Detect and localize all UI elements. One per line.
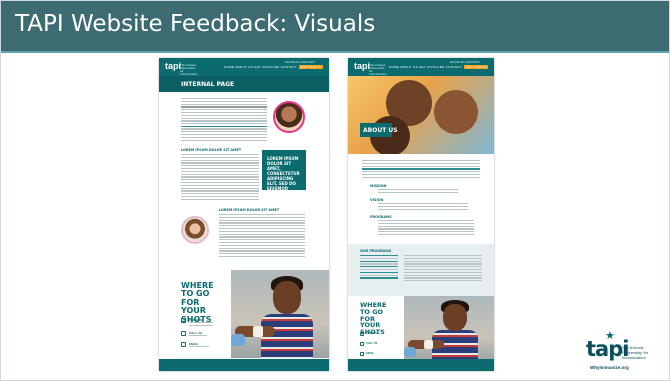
mockup-body-text-4: [219, 214, 305, 259]
slide: TAPI Website Feedback: Visuals tapi The …: [0, 0, 670, 381]
mockup-nav-button: GET SHOTS: [299, 65, 323, 69]
mockup-nav-link-text-2: HOME ABOUT US GET INVOLVED CONTACT: [389, 65, 463, 69]
bandage-2: [424, 340, 433, 349]
mockup-nav-link-text: HOME ABOUT US GET INVOLVED CONTACT: [224, 65, 298, 69]
quote-callout-box: LOREM IPSUM DOLOR SIT AMET, CONSECTETUR …: [262, 150, 306, 206]
about-section-vision: VISION: [370, 198, 384, 202]
about-section-mission: MISSION: [370, 184, 387, 188]
mockup-logo-2: tapi: [354, 61, 371, 71]
mockup-title-band: INTERNAL PAGE: [159, 76, 329, 92]
mockup-section-heading-2: LOREM IPSUM DOLOR SIT AMET: [219, 208, 280, 212]
mockup-body-text-3: [181, 154, 259, 202]
quote-callout-text: LOREM IPSUM DOLOR SIT AMET, CONSECTETUR …: [267, 156, 302, 206]
shot-item-address-2: ADDRESS: [366, 332, 379, 335]
mockup-logo-tagline: The Arizona Partnership for Immunization: [180, 63, 198, 76]
shot-item-call-2: CALL US: [366, 342, 378, 345]
mockup-nav-links: HOME ABOUT US GET INVOLVED CONTACT GET SH…: [224, 65, 323, 69]
programs-text: [378, 220, 474, 237]
boy-vaccination-photo-2: [404, 296, 494, 364]
mockup-footer-2: [348, 359, 494, 371]
mockup-nav-bar: tapi The Arizona Partnership for Immuniz…: [159, 58, 329, 76]
mockup-nav-bar-2: tapi The Arizona Partnership for Immuniz…: [348, 58, 494, 76]
mockup-footer: [159, 359, 329, 371]
where-to-go-title-2: WHERE TO GO FOR YOUR SHOTS: [360, 301, 387, 337]
programs-panel-heading: OUR PROGRAMS: [360, 249, 392, 253]
phone-text: [189, 335, 207, 338]
internal-page-mockup: tapi The Arizona Partnership for Immuniz…: [159, 58, 329, 371]
gloved-hand: [231, 334, 245, 346]
gloved-hand-2: [404, 347, 416, 357]
about-intro-text: [362, 160, 480, 180]
vision-text: [378, 203, 468, 211]
woman-portrait-image: [181, 216, 209, 244]
mockup-logo: tapi: [165, 61, 182, 71]
programs-panel: OUR PROGRAMS: [348, 244, 494, 296]
programs-panel-text: [404, 255, 482, 283]
boy-face: [273, 281, 301, 314]
mockup-logo-tagline-2: The Arizona Partnership for Immunization: [369, 63, 387, 76]
where-to-go-section: WHERE TO GO FOR YOUR SHOTS ADDRESS CALL …: [159, 270, 329, 360]
about-title: ABOUT US: [363, 127, 398, 134]
bandage: [253, 326, 263, 337]
phone-icon-2: [360, 342, 364, 346]
about-title-box: ABOUT US: [360, 123, 398, 137]
about-section-programs: PROGRAMS: [370, 215, 392, 219]
about-us-page-mockup: tapi The Arizona Partnership for Immuniz…: [348, 58, 494, 371]
title-divider: [1, 51, 669, 53]
girl-portrait-image: [273, 101, 305, 133]
mockup-nav-links-2: HOME ABOUT US GET INVOLVED CONTACT GET SH…: [389, 65, 488, 69]
address-text: [189, 322, 213, 328]
tapi-url: WhyImmunize.org: [590, 365, 629, 370]
mockup-nav-top-2: FAQ BLOG CONTACT: [449, 60, 480, 64]
about-hero-image: ABOUT US: [348, 76, 494, 154]
mockup-band-title: INTERNAL PAGE: [181, 81, 235, 88]
boy-vaccination-photo: [231, 270, 329, 358]
location-icon: [181, 318, 186, 323]
email-text: [189, 346, 209, 349]
boy-face-2: [443, 304, 467, 331]
mockup-body-text-2: [181, 120, 267, 142]
hero-child-face-2: [434, 90, 478, 134]
location-icon-2: [360, 332, 364, 336]
mockup-nav-top: FAQ BLOG CONTACT: [284, 60, 315, 64]
tapi-logo-tagline: The Arizona Partnership for Immunization: [622, 345, 649, 360]
mockup-section-heading-1: LOREM IPSUM DOLOR SIT AMET: [181, 148, 242, 152]
shot-item-email-2: EMAIL: [366, 352, 375, 355]
title-bar: TAPI Website Feedback: Visuals: [1, 1, 669, 51]
mission-text: [378, 189, 458, 195]
slide-title: TAPI Website Feedback: Visuals: [15, 11, 376, 37]
email-icon-2: [360, 352, 364, 356]
phone-icon: [181, 331, 186, 336]
mockup-nav-button-2: GET SHOTS: [464, 65, 488, 69]
programs-list: [360, 255, 398, 280]
tapi-logo: ★ tapi The Arizona Partnership for Immun…: [586, 331, 666, 376]
email-icon: [181, 342, 186, 347]
